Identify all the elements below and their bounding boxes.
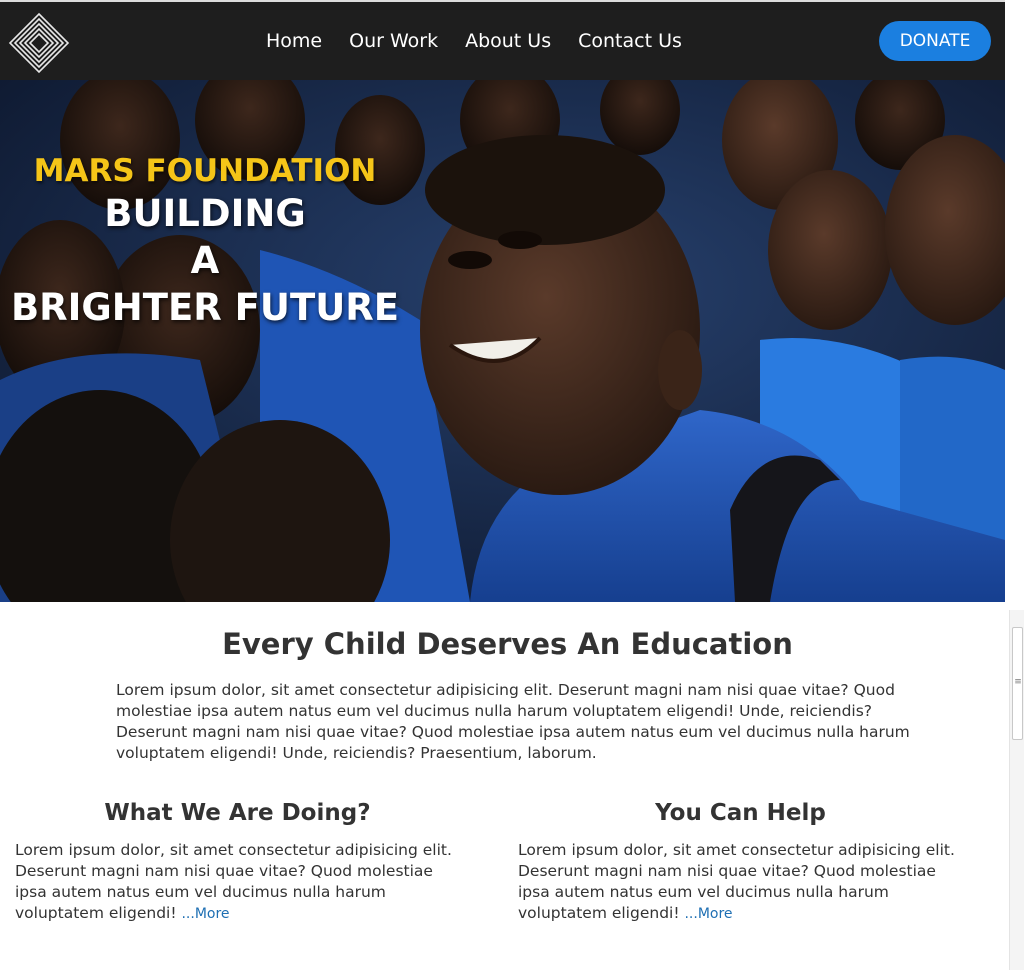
- intro-paragraph-2: Deserunt magni nam nisi quae vitae? Quod…: [116, 723, 910, 762]
- what-we-do-heading: What We Are Doing?: [104, 800, 371, 826]
- what-we-do-body: Lorem ipsum dolor, sit amet consectetur …: [15, 841, 452, 922]
- what-we-do-text: Lorem ipsum dolor, sit amet consectetur …: [15, 840, 460, 925]
- intro-paragraph-1: Lorem ipsum dolor, sit amet consectetur …: [116, 681, 895, 720]
- hero-line-2: A: [190, 239, 220, 282]
- hero-kicker: MARS FOUNDATION: [33, 153, 377, 189]
- nav-our-work-link[interactable]: Our Work: [349, 30, 438, 52]
- what-we-do-column: What We Are Doing? Lorem ipsum dolor, si…: [15, 800, 460, 925]
- page-scrollbar[interactable]: ≡: [1009, 610, 1024, 970]
- hero-banner: MARS FOUNDATION BUILDING A BRIGHTER FUTU…: [0, 80, 1005, 602]
- scroll-grip-icon: ≡: [1014, 677, 1022, 687]
- diamond-logo-icon[interactable]: [8, 12, 70, 74]
- hero-line-1: BUILDING: [104, 192, 306, 235]
- you-can-help-body: Lorem ipsum dolor, sit amet consectetur …: [518, 841, 955, 922]
- nav-contact-us-link[interactable]: Contact Us: [578, 30, 682, 52]
- hero-line-3: BRIGHTER FUTURE: [10, 286, 400, 329]
- you-can-help-heading: You Can Help: [655, 800, 826, 826]
- what-we-do-more-link[interactable]: ...More: [181, 906, 229, 922]
- section-title: Every Child Deserves An Education: [222, 627, 793, 661]
- hero-headline: MARS FOUNDATION BUILDING A BRIGHTER FUTU…: [0, 152, 410, 331]
- intro-text: Lorem ipsum dolor, sit amet consectetur …: [116, 680, 916, 764]
- main-nav: Home Our Work About Us Contact Us: [266, 30, 709, 52]
- nav-home-link[interactable]: Home: [266, 30, 322, 52]
- nav-about-us-link[interactable]: About Us: [465, 30, 551, 52]
- donate-button[interactable]: DONATE: [879, 21, 991, 61]
- top-navbar: Home Our Work About Us Contact Us DONATE: [0, 0, 1005, 80]
- you-can-help-column: You Can Help Lorem ipsum dolor, sit amet…: [518, 800, 963, 925]
- you-can-help-more-link[interactable]: ...More: [684, 906, 732, 922]
- you-can-help-text: Lorem ipsum dolor, sit amet consectetur …: [518, 840, 963, 925]
